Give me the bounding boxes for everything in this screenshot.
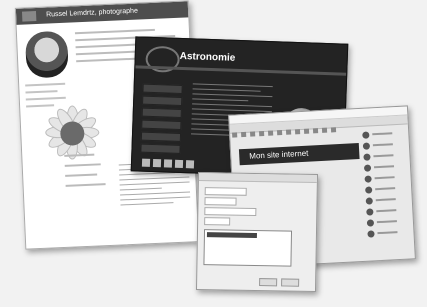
nav-links bbox=[64, 153, 106, 195]
photo-site-header: Russel Lemdrtz, photographe bbox=[15, 1, 189, 25]
photo-site-title: Russel Lemdrtz, photographe bbox=[45, 7, 139, 19]
options-list[interactable] bbox=[203, 229, 293, 267]
astro-nav-menu bbox=[140, 83, 183, 157]
dialog-toolbar bbox=[198, 172, 318, 184]
property-field[interactable] bbox=[204, 197, 237, 206]
cancel-button[interactable] bbox=[281, 278, 300, 287]
portrait-image bbox=[24, 30, 69, 79]
ok-button[interactable] bbox=[259, 278, 278, 287]
property-field[interactable] bbox=[204, 187, 247, 196]
thumbnail-strip bbox=[141, 154, 198, 174]
logo-icon bbox=[21, 10, 37, 22]
selected-option[interactable] bbox=[206, 232, 257, 238]
site-banner: Mon site internet bbox=[238, 143, 360, 166]
property-field[interactable] bbox=[204, 217, 231, 226]
property-field[interactable] bbox=[204, 207, 257, 216]
site-banner-text: Mon site internet bbox=[249, 148, 309, 161]
objects-palette bbox=[362, 129, 408, 241]
properties-dialog bbox=[195, 171, 319, 293]
astro-title: Astronomie bbox=[179, 50, 236, 64]
